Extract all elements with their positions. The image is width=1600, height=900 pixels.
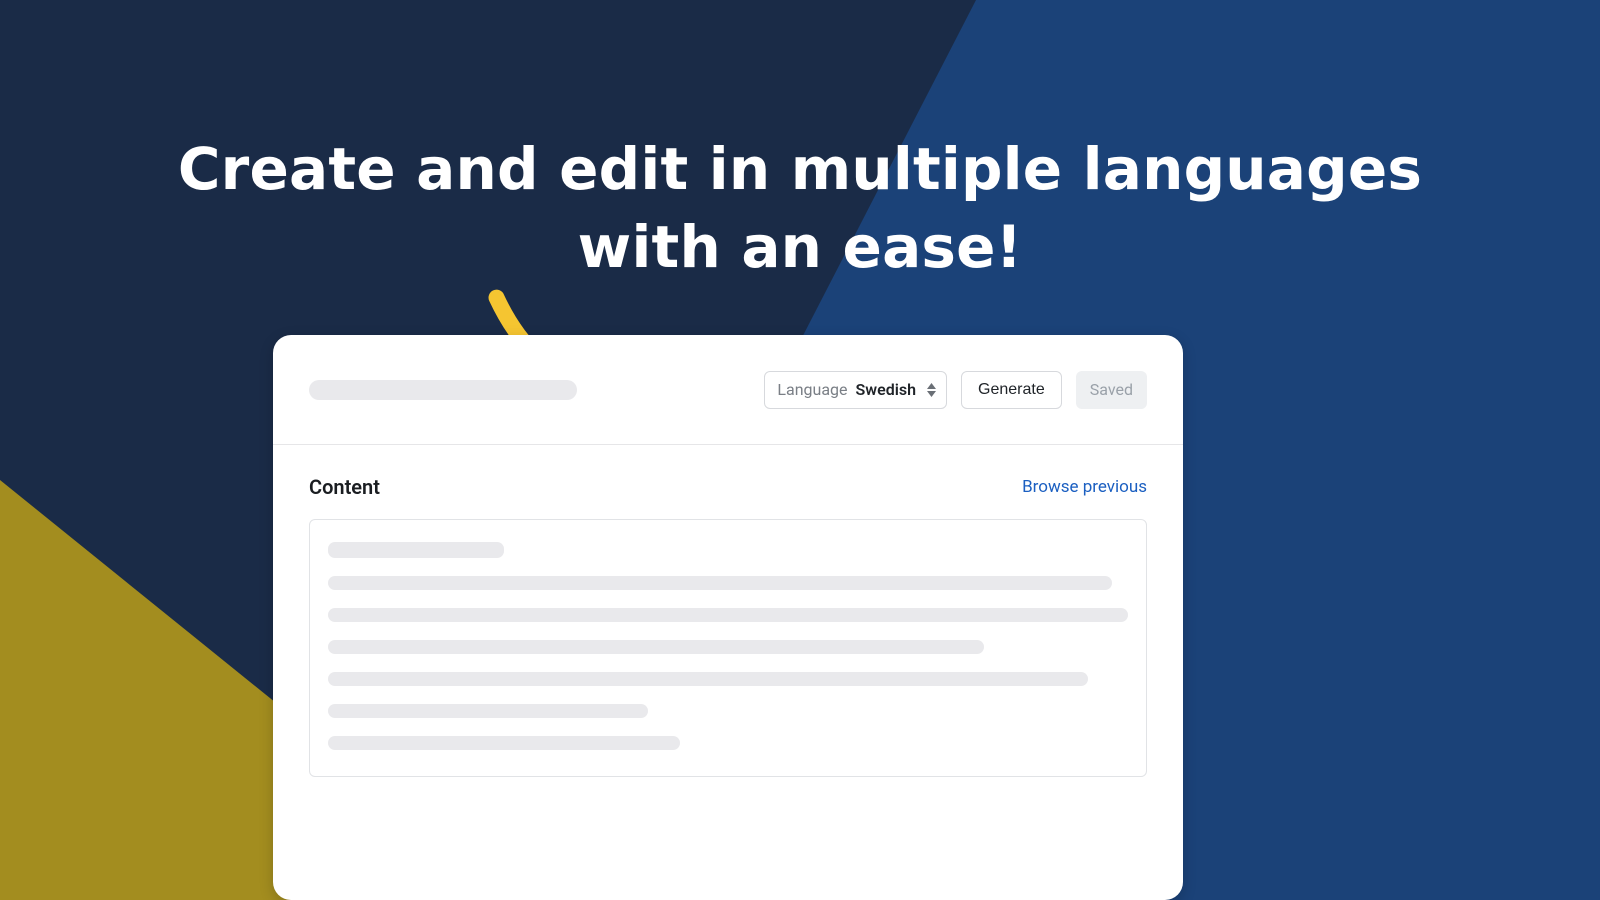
saved-status-label: Saved: [1090, 380, 1133, 399]
hero-headline-line2: with an ease!: [0, 208, 1600, 286]
content-header: Content Browse previous: [273, 445, 1183, 519]
editor-toolbar: Language Swedish Generate Saved: [273, 335, 1183, 445]
content-section-label: Content: [309, 475, 380, 499]
toolbar-controls: Language Swedish Generate Saved: [764, 371, 1147, 409]
saved-status: Saved: [1076, 371, 1147, 409]
language-select[interactable]: Language Swedish: [764, 371, 947, 409]
editor-panel: Language Swedish Generate Saved Content …: [273, 335, 1183, 900]
skeleton-line: [328, 672, 1088, 686]
generate-button-label: Generate: [978, 381, 1045, 399]
content-skeleton-box: [309, 519, 1147, 777]
skeleton-line: [328, 736, 680, 750]
title-placeholder: [309, 380, 577, 400]
skeleton-line: [328, 640, 984, 654]
hero-headline: Create and edit in multiple languages wi…: [0, 130, 1600, 287]
promo-stage: Create and edit in multiple languages wi…: [0, 0, 1600, 900]
generate-button[interactable]: Generate: [961, 371, 1062, 409]
hero-headline-line1: Create and edit in multiple languages: [0, 130, 1600, 208]
browse-previous-link[interactable]: Browse previous: [1022, 477, 1147, 497]
select-stepper-icon: [927, 383, 936, 397]
skeleton-line: [328, 608, 1128, 622]
skeleton-line: [328, 542, 504, 558]
language-select-label: Language: [777, 380, 847, 399]
skeleton-line: [328, 576, 1112, 590]
skeleton-line: [328, 704, 648, 718]
language-select-value: Swedish: [856, 380, 917, 399]
